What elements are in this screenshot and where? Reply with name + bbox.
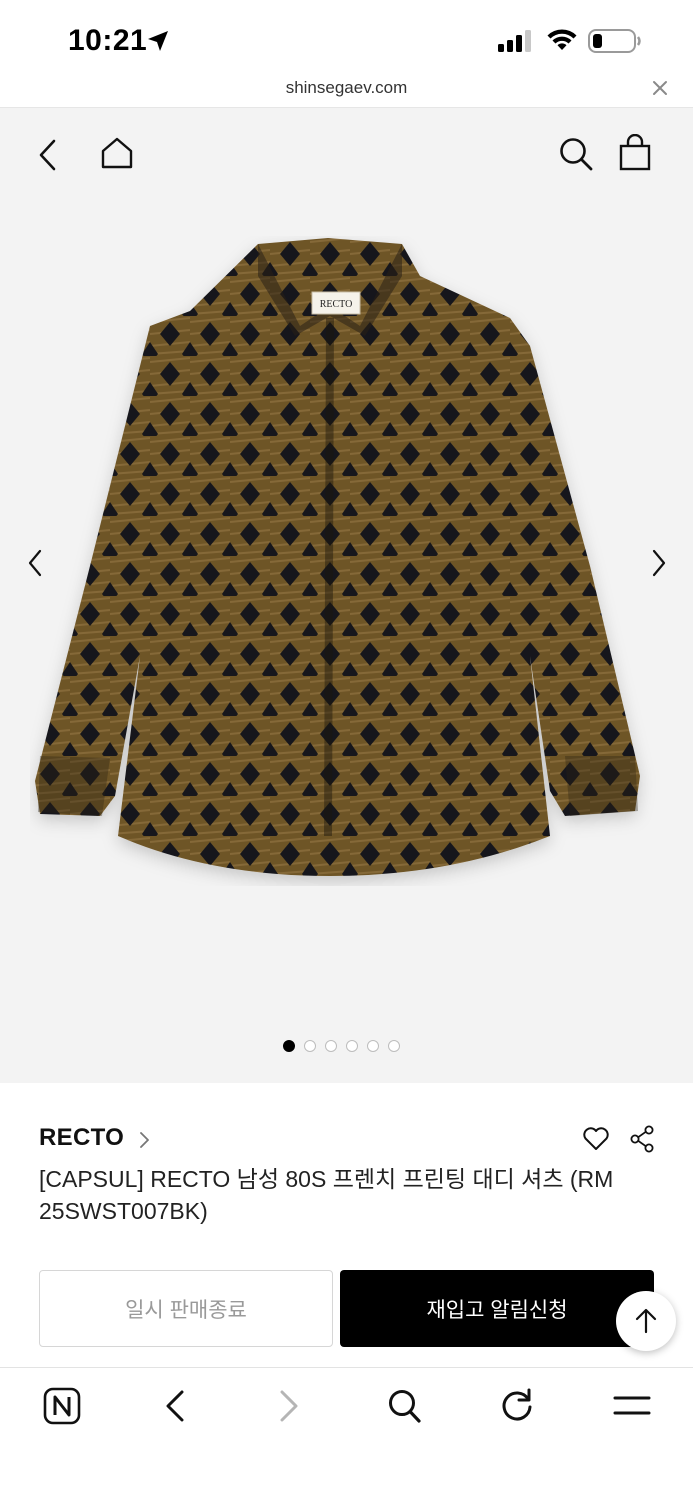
battery-icon (588, 29, 641, 53)
pagination-dot[interactable] (388, 1040, 400, 1052)
product-label-text: RECTO (320, 299, 353, 310)
naver-icon[interactable] (43, 1387, 81, 1425)
arrow-up-icon (635, 1308, 657, 1334)
forward-icon[interactable] (274, 1387, 304, 1425)
search-icon[interactable] (558, 136, 594, 172)
wifi-icon (547, 29, 577, 50)
menu-icon[interactable] (612, 1392, 652, 1422)
heart-icon[interactable] (582, 1126, 610, 1152)
back-icon[interactable] (160, 1387, 190, 1425)
gallery-pagination[interactable] (283, 1040, 400, 1052)
product-title-line2: 25SWST007BK) (39, 1198, 208, 1224)
search-icon[interactable] (386, 1387, 422, 1425)
reload-icon[interactable] (499, 1387, 535, 1425)
home-icon[interactable] (100, 136, 134, 170)
close-icon[interactable] (650, 78, 670, 98)
product-title: [CAPSUL] RECTO 남성 80S 프렌치 프린팅 대디 셔츠 (RM … (39, 1163, 659, 1227)
product-title-line1: [CAPSUL] RECTO 남성 80S 프렌치 프린팅 대디 셔츠 (RM (39, 1166, 614, 1192)
back-icon[interactable] (36, 138, 60, 172)
scroll-top-button[interactable] (616, 1291, 676, 1351)
url-text[interactable]: shinsegaev.com (0, 78, 693, 98)
status-time: 10:21 (68, 24, 148, 57)
signal-icon (498, 30, 531, 52)
shopping-bag-icon[interactable] (618, 134, 652, 172)
browser-toolbar (0, 1367, 693, 1501)
product-image[interactable]: RECTO (30, 236, 660, 886)
pagination-dot[interactable] (283, 1040, 295, 1052)
pagination-dot[interactable] (304, 1040, 316, 1052)
brand-name[interactable]: RECTO (39, 1124, 124, 1152)
pagination-dot[interactable] (325, 1040, 337, 1052)
pagination-dot[interactable] (346, 1040, 358, 1052)
pagination-dot[interactable] (367, 1040, 379, 1052)
chevron-right-icon[interactable] (138, 1130, 152, 1150)
soldout-button[interactable]: 일시 판매종료 (39, 1270, 333, 1347)
restock-alert-button[interactable]: 재입고 알림신청 (340, 1270, 654, 1347)
location-arrow-icon (148, 31, 168, 51)
share-icon[interactable] (629, 1125, 655, 1153)
